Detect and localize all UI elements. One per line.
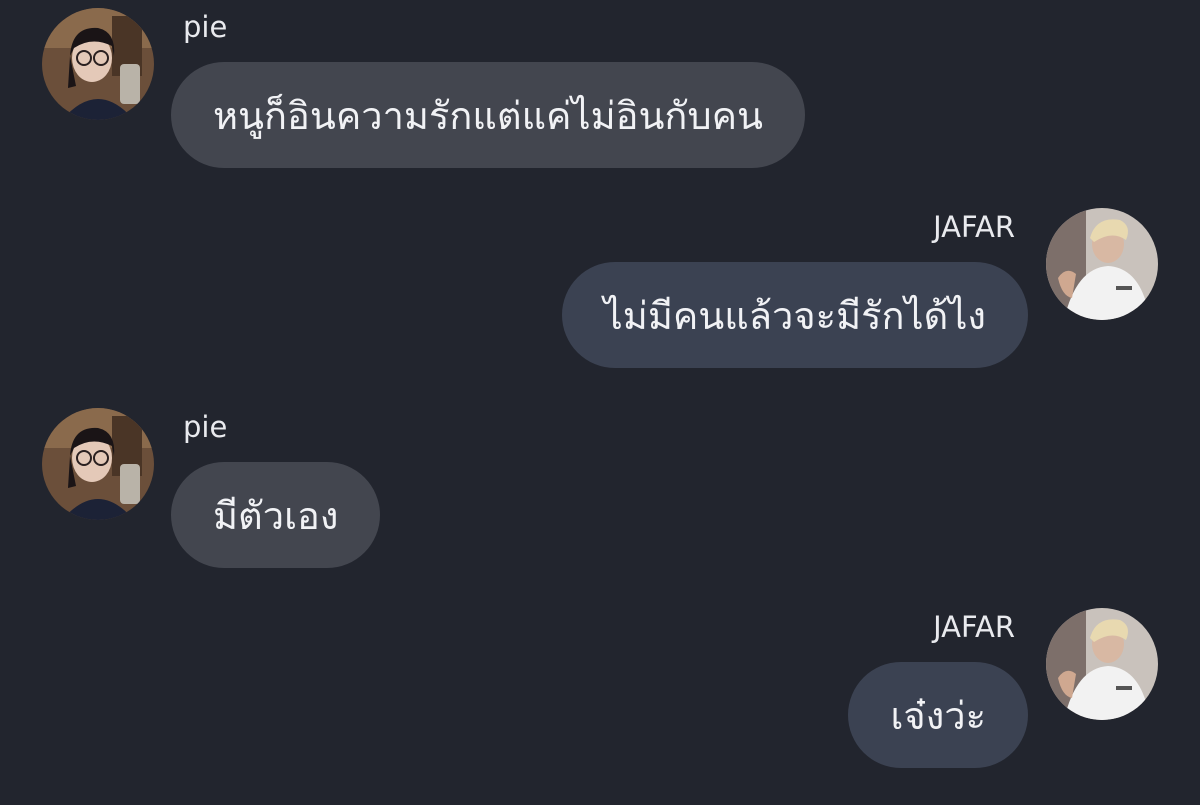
avatar-pie[interactable]	[42, 408, 154, 520]
message-bubble[interactable]: เจ๋งว่ะ	[848, 662, 1028, 768]
message-text: หนูก็อินความรักแต่แค่ไม่อินกับคน	[213, 93, 763, 138]
avatar-jafar[interactable]	[1046, 608, 1158, 720]
sender-name: pie	[183, 10, 228, 44]
avatar-jafar-image	[1046, 608, 1158, 720]
avatar-jafar-image	[1046, 208, 1158, 320]
avatar-pie-image	[42, 408, 154, 520]
avatar-jafar[interactable]	[1046, 208, 1158, 320]
avatar-pie[interactable]	[42, 8, 154, 120]
message-bubble[interactable]: มีตัวเอง	[171, 462, 381, 568]
message-text: เจ๋งว่ะ	[890, 693, 986, 738]
sender-name: JAFAR	[933, 210, 1015, 244]
message-bubble[interactable]: หนูก็อินความรักแต่แค่ไม่อินกับคน	[171, 62, 805, 168]
sender-name: JAFAR	[933, 610, 1015, 644]
message-text: ไม่มีคนแล้วจะมีรักได้ไง	[603, 293, 986, 338]
message-text: มีตัวเอง	[213, 493, 339, 538]
avatar-pie-image	[42, 8, 154, 120]
message-bubble[interactable]: ไม่มีคนแล้วจะมีรักได้ไง	[561, 262, 1028, 368]
chat-thread: pie หนูก็อินความรักแต่แค่ไม่อินกับคน JAF…	[0, 0, 1200, 805]
sender-name: pie	[183, 410, 228, 444]
